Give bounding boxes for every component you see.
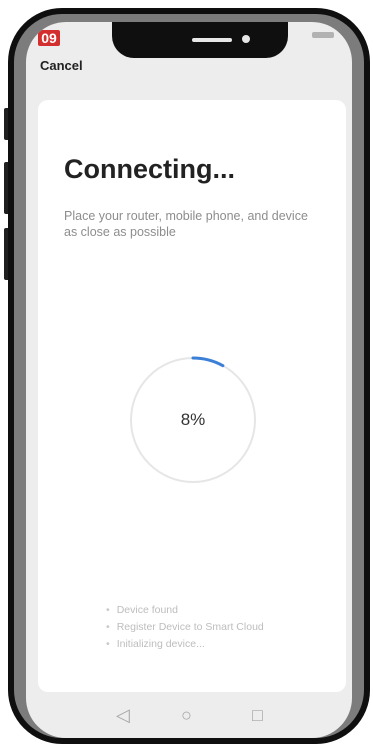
page-title: Connecting... [64, 154, 235, 184]
list-item: Initializing device... [106, 636, 264, 653]
speaker-icon [192, 38, 232, 42]
instruction-text: Place your router, mobile phone, and dev… [64, 209, 308, 239]
step-list: Device found Register Device to Smart Cl… [106, 602, 264, 653]
status-icons [312, 32, 334, 38]
notch [112, 22, 288, 58]
list-item: Device found [106, 602, 264, 619]
status-badge: 09 [38, 30, 60, 46]
camera-icon [242, 35, 250, 43]
system-nav-bar: ◁ ○ □ [26, 698, 352, 738]
list-item: Register Device to Smart Cloud [106, 619, 264, 636]
phone-screen: 09 Cancel Connecting... Place your route… [26, 22, 352, 738]
connecting-card: Connecting... Place your router, mobile … [38, 100, 346, 692]
cancel-button[interactable]: Cancel [40, 58, 83, 73]
progress-percent: 8% [180, 410, 206, 429]
home-icon[interactable]: ○ [181, 706, 192, 724]
back-icon[interactable]: ◁ [116, 706, 130, 724]
recents-icon[interactable]: □ [252, 706, 263, 724]
progress-ring: 8% [128, 355, 258, 485]
